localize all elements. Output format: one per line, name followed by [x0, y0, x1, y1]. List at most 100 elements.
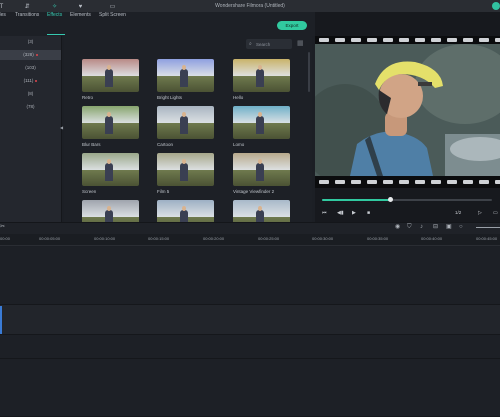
film-perforation	[351, 180, 361, 184]
cut-icon[interactable]: ✂	[0, 224, 5, 231]
film-perforation	[431, 180, 441, 184]
tab-split-screen[interactable]: ▭ Split Screen	[99, 4, 126, 18]
category-item[interactable]: (78)	[0, 102, 61, 112]
category-label: (111)	[23, 78, 34, 83]
ruler-tick-label: 00:00:45:00	[476, 236, 498, 241]
category-label: (328)	[23, 52, 34, 57]
ruler-tick-label: 00:00:05:00	[39, 236, 61, 241]
tab-effects[interactable]: ✧ Effects	[47, 4, 62, 18]
effect-label: Cartoon	[157, 142, 174, 147]
effect-thumbnail[interactable]	[157, 59, 214, 92]
film-perforation	[415, 38, 425, 42]
category-item[interactable]: (111)	[0, 76, 61, 86]
tab-titles[interactable]: T itles	[0, 4, 6, 18]
microphone-icon[interactable]: ♪	[420, 224, 423, 231]
elements-icon: ♥	[78, 4, 83, 10]
effect-thumbnail[interactable]	[233, 106, 290, 139]
film-perforation	[447, 180, 457, 184]
step-back-icon[interactable]: ⏮	[322, 210, 327, 216]
play-icon[interactable]: ▶	[352, 210, 356, 216]
ruler-tick-label: 00:00:10:00	[94, 236, 116, 241]
playback-progress[interactable]	[322, 197, 492, 202]
category-item[interactable]: (328)	[0, 50, 61, 60]
collapse-panel-icon[interactable]: ◀	[60, 125, 63, 130]
film-perforation	[335, 180, 345, 184]
thumbnail-rider	[104, 115, 113, 135]
category-label: (78)	[26, 104, 35, 109]
search-icon: ⌕	[249, 41, 252, 47]
film-strip-top	[315, 36, 500, 44]
effect-label: Blur Bars	[82, 142, 101, 147]
timeline-track[interactable]	[0, 247, 500, 305]
category-item[interactable]: (3)	[0, 37, 61, 47]
category-item[interactable]: (8)	[0, 89, 61, 99]
shield-icon[interactable]: ⛉	[407, 224, 412, 231]
film-perforation	[399, 38, 409, 42]
effect-thumbnail[interactable]	[233, 59, 290, 92]
film-perforation	[335, 38, 345, 42]
timeline-track[interactable]	[0, 305, 500, 335]
film-perforation	[431, 38, 441, 42]
zoom-slider[interactable]	[476, 227, 500, 228]
tab-label: Split Screen	[99, 12, 126, 18]
speaker-icon[interactable]: ▷	[478, 210, 482, 216]
search-input[interactable]	[256, 40, 290, 48]
effect-label: Lomo	[233, 142, 245, 147]
ruler-tick-label: 00:00:35:00	[367, 236, 389, 241]
film-perforation	[367, 180, 377, 184]
playback-ratio[interactable]: 1/2	[455, 210, 461, 215]
track-selection-marker	[0, 306, 2, 334]
timeline-toolbar	[0, 222, 500, 234]
effect-thumbnail[interactable]	[82, 59, 139, 92]
film-perforation	[351, 38, 361, 42]
timeline-track[interactable]	[0, 335, 500, 359]
fullscreen-icon[interactable]: ▭	[493, 210, 498, 216]
window-control-icon[interactable]	[492, 2, 500, 10]
film-perforation	[319, 180, 329, 184]
ruler-tick-label: 00:00:15:00	[148, 236, 170, 241]
ruler-tick-label: 00:00:40:00	[421, 236, 443, 241]
progress-knob[interactable]	[388, 197, 393, 202]
render-icon[interactable]: ◉	[395, 224, 400, 231]
grid-scrollbar[interactable]	[308, 52, 310, 92]
new-badge	[35, 79, 38, 82]
category-label: (8)	[27, 91, 34, 96]
effect-thumbnail[interactable]	[233, 153, 290, 186]
title-icon: T	[0, 4, 4, 10]
effect-thumbnail[interactable]	[82, 153, 139, 186]
zoom-out-icon[interactable]: ○	[459, 224, 463, 231]
effect-label: Film 5	[157, 189, 170, 194]
effect-thumbnail[interactable]	[157, 153, 214, 186]
effect-label: Bright Lights	[157, 95, 183, 100]
split-screen-icon: ▭	[109, 4, 116, 10]
voiceover-icon[interactable]: ⊟	[433, 224, 438, 231]
film-perforation	[495, 38, 500, 42]
search-box[interactable]: ⌕	[246, 39, 292, 49]
active-tab-indicator	[47, 34, 65, 35]
effect-thumbnail[interactable]	[82, 106, 139, 139]
effect-thumbnail[interactable]	[157, 106, 214, 139]
grid-view-icon[interactable]: ▦	[297, 40, 304, 47]
film-perforation	[383, 38, 393, 42]
tab-elements[interactable]: ♥ Elements	[70, 4, 91, 18]
transitions-icon: ⇵	[24, 4, 30, 10]
thumbnail-rider	[104, 162, 113, 182]
film-strip-bottom	[315, 176, 500, 188]
thumbnail-rider	[179, 162, 188, 182]
ruler-tick-label: 00:00:25:00	[258, 236, 280, 241]
preview-video	[315, 44, 500, 176]
filmora-window: Wondershare Filmora (Untitled) T itles ⇵…	[0, 0, 500, 417]
tab-label: Effects	[47, 12, 63, 18]
film-perforation	[319, 38, 329, 42]
category-item[interactable]: (103)	[0, 63, 61, 73]
frame-back-icon[interactable]: ◀▮	[337, 210, 344, 216]
tab-transitions[interactable]: ⇵ Transitions	[15, 4, 39, 18]
stop-icon[interactable]: ■	[367, 210, 370, 216]
effect-label: Screen	[82, 189, 97, 194]
snapshot-icon[interactable]: ▣	[446, 224, 452, 231]
film-perforation	[367, 38, 377, 42]
export-button[interactable]: Export	[277, 21, 307, 30]
film-perforation	[399, 180, 409, 184]
thumbnail-rider	[255, 162, 264, 182]
timeline-track[interactable]	[0, 359, 500, 417]
